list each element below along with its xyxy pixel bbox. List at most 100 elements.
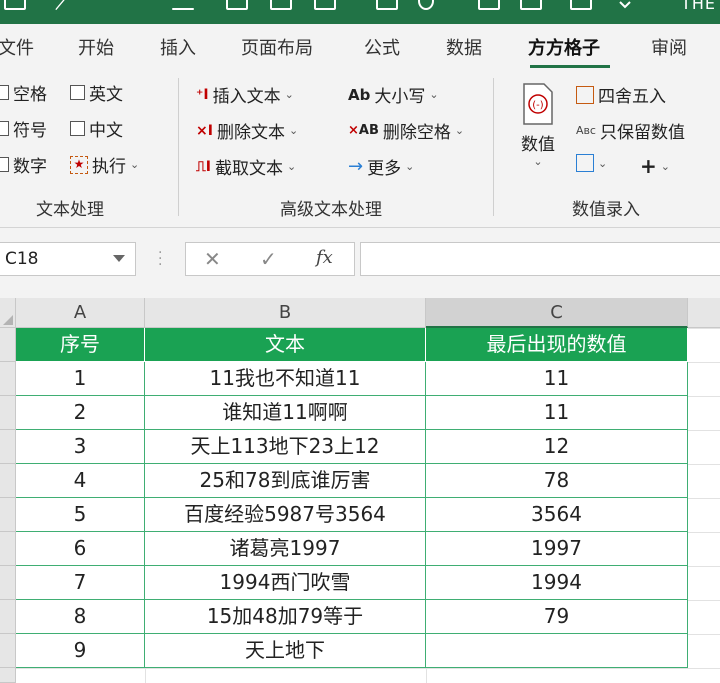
tab-insert[interactable]: 插入 — [160, 34, 196, 60]
insert-text-button[interactable]: ⁺I 插入文本 ⌄ — [196, 82, 294, 108]
group-label-numeric: 数值录入 — [572, 200, 640, 220]
table-cell[interactable]: 2 — [16, 396, 145, 430]
gridline — [426, 668, 427, 683]
numeric-button[interactable]: (-) 数值 ⌄ — [514, 82, 562, 188]
extract-text-button[interactable]: ⎍I 截取文本 ⌄ — [196, 154, 296, 180]
table-cell[interactable]: 1997 — [426, 532, 688, 566]
table-icon[interactable] — [226, 0, 248, 10]
formula-input[interactable] — [360, 242, 720, 276]
case-button[interactable]: Ab 大小写 ⌄ — [348, 82, 439, 108]
table-cell[interactable]: 3 — [16, 430, 145, 464]
checkbox-icon — [70, 85, 85, 100]
undo-icon[interactable] — [54, 0, 80, 10]
table-cell[interactable] — [426, 634, 688, 668]
enter-icon[interactable]: ✓ — [260, 247, 277, 271]
table-cell[interactable]: 1994西门吹雪 — [145, 566, 426, 600]
table-cell[interactable]: 11我也不知道11 — [145, 362, 426, 396]
cancel-icon[interactable]: ✕ — [204, 247, 221, 271]
search-icon[interactable] — [418, 0, 434, 10]
row-header[interactable] — [0, 498, 16, 532]
row-header[interactable] — [0, 464, 16, 498]
column-header-a[interactable]: A — [16, 298, 145, 328]
table-cell[interactable]: 11 — [426, 396, 688, 430]
table-cell[interactable]: 天上113地下23上12 — [145, 430, 426, 464]
grid-icon[interactable] — [270, 0, 292, 10]
title-bar: THE — [0, 0, 720, 24]
row-header[interactable] — [0, 634, 16, 668]
table-cell[interactable]: 78 — [426, 464, 688, 498]
round-button[interactable]: 四舍五入 — [576, 82, 666, 107]
delete-text-button[interactable]: ×I 删除文本 ⌄ — [196, 118, 298, 144]
picture-icon[interactable] — [520, 0, 542, 10]
select-all-corner[interactable] — [0, 298, 16, 328]
table-cell[interactable]: 15加48加79等于 — [145, 600, 426, 634]
delete-space-button[interactable]: ×AB 删除空格 ⌄ — [348, 118, 464, 143]
more-button[interactable]: → 更多 ⌄ — [348, 154, 414, 179]
add-button[interactable]: + ⌄ — [640, 154, 670, 178]
layout-icon[interactable] — [314, 0, 336, 10]
space-checkbox[interactable]: 空格 — [0, 80, 47, 105]
number-checkbox[interactable]: 数字 — [0, 152, 47, 177]
table-cell[interactable]: 1994 — [426, 566, 688, 600]
column-header-c[interactable]: C — [426, 298, 688, 328]
table-cell[interactable]: 3564 — [426, 498, 688, 532]
minus-icon[interactable] — [172, 8, 194, 10]
row-header[interactable] — [0, 566, 16, 600]
gridline — [688, 566, 720, 567]
edit-button[interactable]: ⌄ — [576, 154, 607, 172]
table-header-index[interactable]: 序号 — [16, 328, 145, 362]
table-cell[interactable]: 1 — [16, 362, 145, 396]
edit-icon — [576, 154, 594, 172]
tab-review[interactable]: 审阅 — [651, 34, 687, 60]
row-header[interactable] — [0, 362, 16, 396]
table-cell[interactable]: 5 — [16, 498, 145, 532]
column-header-d[interactable] — [688, 298, 720, 328]
print-icon[interactable] — [376, 0, 398, 10]
keep-numeric-button[interactable]: Aʙᴄ 只保留数值 — [576, 118, 685, 143]
tab-data[interactable]: 数据 — [446, 34, 482, 60]
table-cell[interactable]: 谁知道11啊啊 — [145, 396, 426, 430]
delete-text-icon: ×I — [196, 122, 213, 139]
table-cell[interactable]: 8 — [16, 600, 145, 634]
table-header-last-number[interactable]: 最后出现的数值 — [426, 328, 688, 362]
paste-icon[interactable] — [570, 0, 592, 10]
english-checkbox[interactable]: 英文 — [70, 80, 123, 105]
tab-fangfang[interactable]: 方方格子 — [528, 34, 600, 60]
row-header[interactable] — [0, 532, 16, 566]
table-header-text[interactable]: 文本 — [145, 328, 426, 362]
name-box[interactable]: C18 — [0, 242, 136, 276]
table-cell[interactable]: 4 — [16, 464, 145, 498]
tab-home[interactable]: 开始 — [78, 34, 114, 60]
table-cell[interactable]: 9 — [16, 634, 145, 668]
tab-formulas[interactable]: 公式 — [364, 34, 400, 60]
shape-icon[interactable] — [478, 0, 500, 10]
table-cell[interactable]: 25和78到底谁厉害 — [145, 464, 426, 498]
chinese-checkbox[interactable]: 中文 — [70, 116, 123, 141]
tab-file[interactable]: 文件 — [0, 34, 34, 60]
table-cell[interactable]: 诸葛亮1997 — [145, 532, 426, 566]
dropdown-icon[interactable] — [113, 255, 125, 262]
row-header[interactable] — [0, 668, 16, 683]
save-icon[interactable] — [4, 0, 26, 10]
table-cell[interactable]: 11 — [426, 362, 688, 396]
row-header[interactable] — [0, 328, 16, 362]
table-cell[interactable]: 79 — [426, 600, 688, 634]
execute-button[interactable]: ★ 执行 ⌄ — [70, 152, 139, 177]
table-cell[interactable]: 百度经验5987号3564 — [145, 498, 426, 532]
row-header[interactable] — [0, 600, 16, 634]
table-cell[interactable]: 7 — [16, 566, 145, 600]
insert-function-icon[interactable]: fx — [316, 247, 333, 268]
table-cell[interactable]: 12 — [426, 430, 688, 464]
window-title: THE — [681, 0, 716, 13]
table-cell[interactable]: 天上地下 — [145, 634, 426, 668]
column-header-b[interactable]: B — [145, 298, 426, 328]
tab-page-layout[interactable]: 页面布局 — [241, 34, 313, 60]
symbol-checkbox[interactable]: 符号 — [0, 116, 47, 141]
table-cell[interactable]: 6 — [16, 532, 145, 566]
chevron-down-icon[interactable] — [618, 0, 640, 10]
drag-handle-icon[interactable]: · · · — [158, 246, 162, 272]
checkbox-icon — [0, 157, 9, 172]
round-icon — [576, 85, 594, 104]
row-header[interactable] — [0, 430, 16, 464]
row-header[interactable] — [0, 396, 16, 430]
